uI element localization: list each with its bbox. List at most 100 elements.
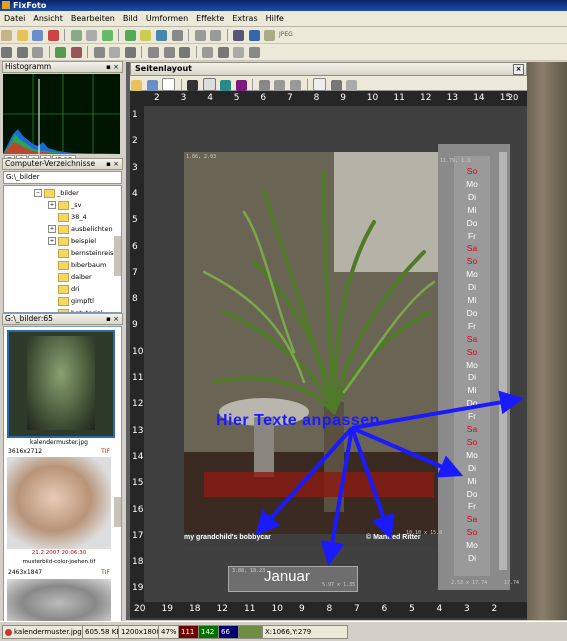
font-icon[interactable] [233,47,245,58]
pin-icon[interactable]: ▪ × [106,159,119,169]
thumbnail-scrollbar[interactable] [114,497,121,527]
tree-item[interactable]: + _sv [48,200,81,210]
collapse-icon[interactable]: − [34,189,42,197]
menu-bild[interactable]: Bild [119,11,142,26]
jpeg-label[interactable]: JPEG [279,31,293,38]
crop-icon[interactable] [124,30,136,41]
ruler-number: 12 [216,604,228,614]
layout-canvas[interactable]: my grandchild's bobbycar © Manfred Ritte… [144,106,527,602]
tree-item[interactable]: biberbaum [58,260,106,270]
wand-icon[interactable] [217,47,229,58]
ruler-number: 9 [340,93,346,103]
menu-bearbeiten[interactable]: Bearbeiten [67,11,119,26]
ruler-number: 8 [313,93,320,103]
tree-scrollbar[interactable] [114,236,121,276]
grid-icon[interactable] [202,78,216,91]
document-icon[interactable] [313,78,327,91]
ruler-number: 5 [233,93,240,103]
status-green: 142 [198,625,220,639]
menu-datei[interactable]: Datei [0,11,29,26]
blur-icon[interactable] [163,47,175,58]
directory-title: Computer-Verzeichnisse ▪ × [2,158,123,170]
close-file-icon[interactable] [47,30,59,41]
ruler-number: 11 [244,604,256,614]
menu-effekte[interactable]: Effekte [192,11,228,26]
text-icon[interactable] [109,47,121,58]
open-icon[interactable] [16,30,28,41]
layer-icon[interactable] [179,47,191,58]
thumbnail-image[interactable] [7,457,111,549]
ruler-number: 7 [287,93,293,103]
exif-icon[interactable] [248,30,260,41]
tree-item[interactable]: 38_4 [58,212,87,222]
app-icon [2,1,10,9]
status-red: 111 [178,625,200,639]
open-icon[interactable] [131,80,142,91]
rotate-icon[interactable] [16,47,28,58]
info-icon[interactable] [264,30,276,41]
align-icon[interactable] [258,80,270,91]
expand-icon[interactable]: + [48,225,56,233]
path-combobox[interactable]: G:\_bilder [3,171,122,184]
tree-item[interactable]: gimpftl [58,296,94,306]
brightness-icon[interactable] [156,30,168,41]
zoom-icon[interactable] [171,30,183,41]
menu-umformen[interactable]: Umformen [142,11,192,26]
expand-icon[interactable]: + [48,237,56,245]
expand-icon[interactable]: + [48,201,56,209]
ruler-number: 20 [508,93,519,102]
pin-icon[interactable]: ▪ × [106,62,119,72]
tree-item[interactable]: + beispiel [48,236,96,246]
ruler-number: 14 [132,451,144,462]
scan-icon[interactable] [70,30,82,41]
folder-icon [58,212,69,222]
cut-icon[interactable] [124,47,136,58]
properties-icon[interactable] [233,30,245,41]
tree-item[interactable]: daiber [58,272,92,282]
tree-item[interactable]: + ausbelichten [48,224,113,234]
help-icon[interactable] [346,80,358,91]
tree-item[interactable]: bernsteinreise [58,248,117,258]
save-icon[interactable] [32,30,44,41]
menu-ansicht[interactable]: Ansicht [29,11,67,26]
menu-hilfe[interactable]: Hilfe [262,11,288,26]
tree-item[interactable]: dri [58,284,80,294]
undo-icon[interactable] [194,30,206,41]
ruler-number: 6 [381,604,388,614]
crosshair-icon[interactable] [187,80,199,91]
thumbnail-image[interactable] [7,579,111,627]
brush-icon[interactable] [70,47,82,58]
hand-icon[interactable] [1,47,12,58]
image-icon[interactable] [220,80,232,91]
undo-icon[interactable] [274,80,286,91]
ruler-number: 10 [366,93,379,103]
redo-icon[interactable] [210,30,222,41]
folder-tree[interactable]: − _bilder + _sv 38_4 + ausbelichten + beispi… [3,185,122,313]
save-icon[interactable] [146,80,158,91]
new-icon[interactable] [1,30,12,41]
filter-icon[interactable] [55,47,67,58]
pin-icon[interactable]: ▪ × [106,314,119,324]
plant-photo-thumb [27,336,95,430]
mirror-icon[interactable] [32,47,44,58]
close-icon[interactable]: × [513,64,524,75]
ruler-number: 10 [271,604,283,614]
thumbnail-image[interactable] [7,330,115,438]
status-filename: kalendermuster.jpg [14,628,82,636]
sharpen-icon[interactable] [148,47,160,58]
tree-label: 38_4 [71,213,87,221]
menu-extras[interactable]: Extras [228,11,261,26]
tree-label: bernsteinreise [71,249,118,257]
frame-icon[interactable] [93,47,105,58]
stamp-icon[interactable] [202,47,214,58]
print-icon[interactable] [86,30,98,41]
print-icon[interactable] [330,80,342,91]
page-icon[interactable] [162,78,176,91]
thumbnail-list[interactable]: kalendermuster.jpg 3616x2712 TIF 21.2.200… [3,326,122,628]
select-icon[interactable] [140,30,152,41]
camera-icon[interactable] [101,30,113,41]
tree-item[interactable]: − _bilder [34,188,79,198]
redo-icon[interactable] [290,80,302,91]
settings-icon[interactable] [248,47,260,58]
color-icon[interactable] [235,80,247,91]
